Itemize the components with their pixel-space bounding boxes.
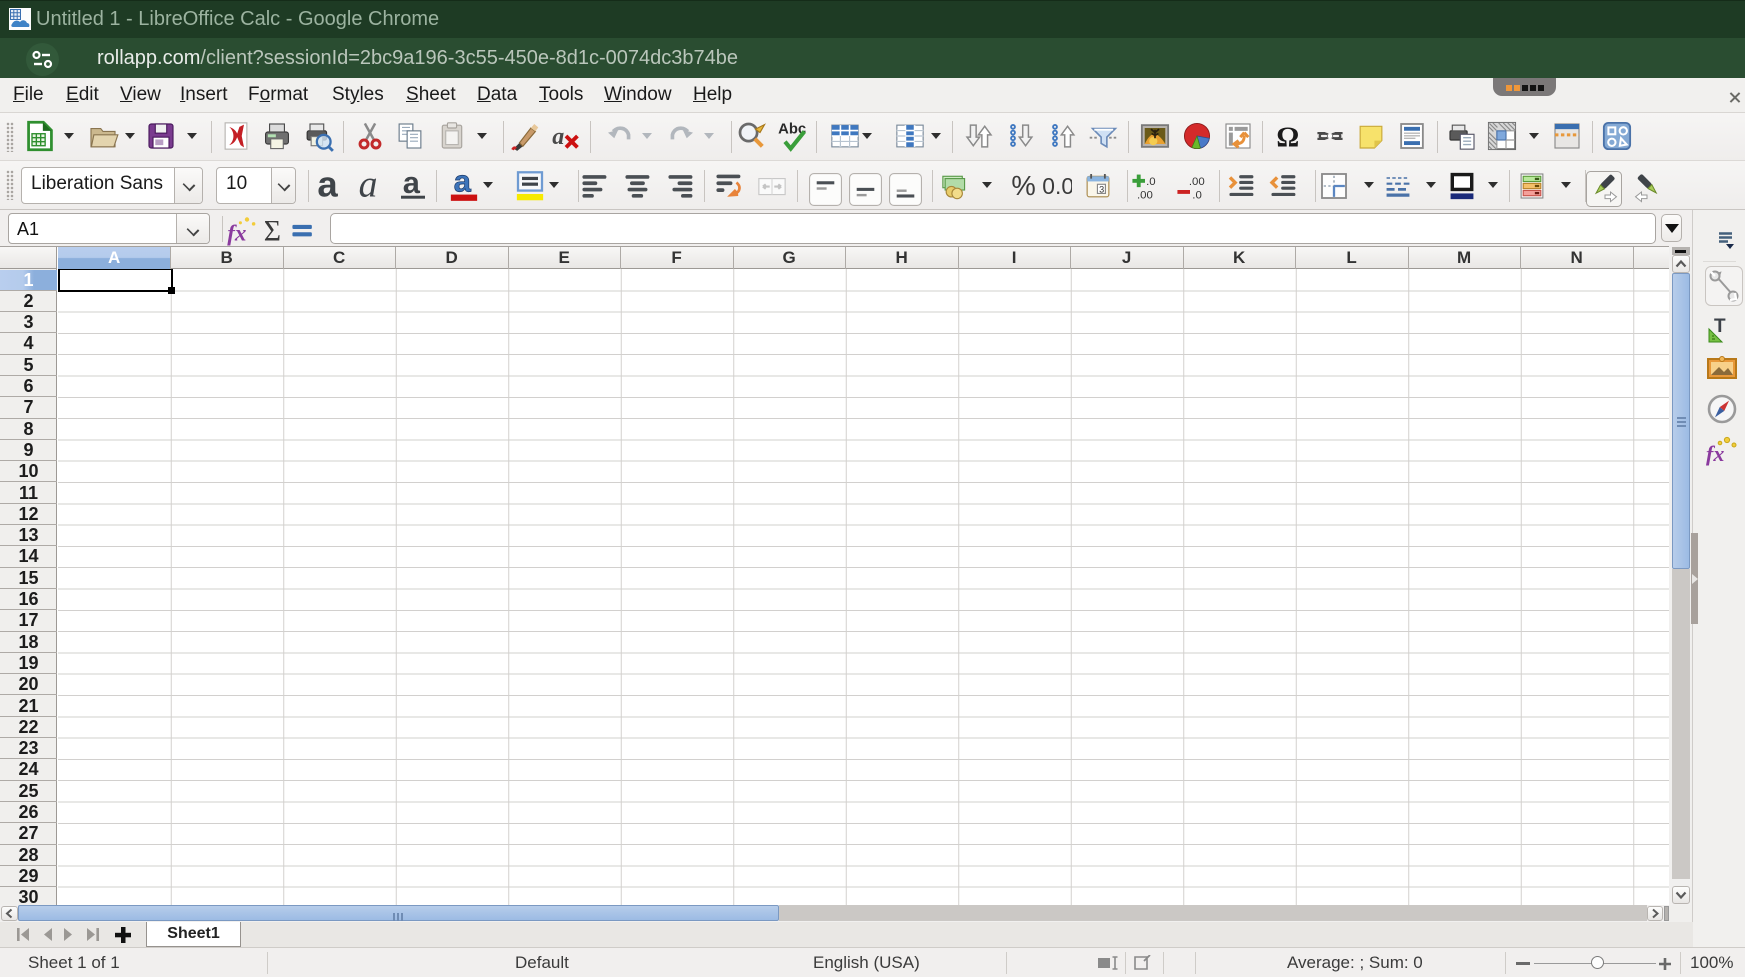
svg-text:a: a [403,170,421,200]
svg-text:a: a [552,124,564,150]
svg-text:.00: .00 [1137,190,1153,202]
svg-text:fx: fx [1706,441,1724,466]
svg-text:a: a [317,170,338,202]
svg-text:3: 3 [1099,184,1104,194]
svg-text:a: a [359,170,378,202]
svg-text:.0: .0 [1146,176,1156,188]
svg-text:fx: fx [227,219,246,245]
svg-text:Ω: Ω [1276,122,1299,152]
svg-text:Σ: Σ [264,215,281,246]
svg-text:%: % [1011,170,1035,201]
svg-text:0.0: 0.0 [1042,173,1072,199]
svg-text:T: T [1714,316,1726,337]
svg-text:a: a [454,170,472,199]
svg-text:.0: .0 [1192,190,1202,202]
svg-text:.00: .00 [1189,176,1205,188]
